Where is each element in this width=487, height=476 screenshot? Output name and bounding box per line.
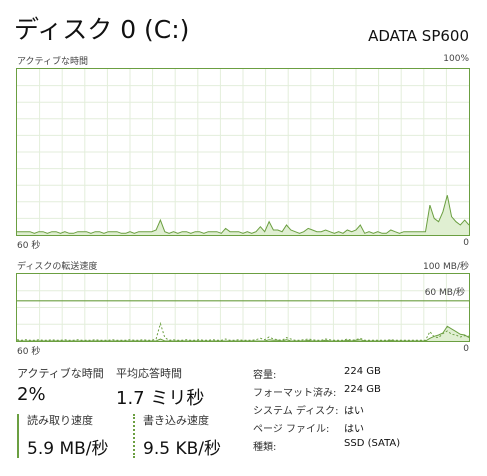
- transfer-graph-time-span: 60 秒: [17, 347, 41, 357]
- write-speed-label: 書き込み速度: [143, 414, 209, 427]
- type-label: 種類:: [253, 442, 277, 453]
- capacity-value: 224 GB: [344, 366, 381, 377]
- active-time-chart: [17, 69, 469, 235]
- read-speed-label: 読み取り速度: [27, 414, 93, 427]
- scale-reference-label: 60 MB/秒: [425, 286, 465, 298]
- system-disk-value: はい: [344, 406, 364, 417]
- transfer-graph-label: ディスクの転送速度: [17, 262, 98, 272]
- write-speed-block: 書き込み速度 9.5 KB/秒: [133, 414, 221, 459]
- page-file-label: ページ ファイル:: [253, 424, 330, 435]
- active-time-graph[interactable]: [16, 68, 470, 236]
- active-time-value: 2%: [17, 384, 46, 405]
- active-time-label: アクティブな時間: [17, 367, 104, 380]
- formatted-label: フォーマット済み:: [253, 388, 337, 399]
- type-value: SSD (SATA): [344, 438, 401, 449]
- transfer-rate-chart: 60 MB/秒: [17, 274, 469, 341]
- active-time-graph-max: 100%: [443, 54, 469, 64]
- active-time-graph-label: アクティブな時間: [17, 57, 89, 67]
- read-speed-value: 5.9 MB/秒: [27, 439, 109, 459]
- formatted-value: 224 GB: [344, 384, 381, 395]
- transfer-graph-min: 0: [463, 344, 469, 354]
- active-time-graph-time-span: 60 秒: [17, 241, 41, 251]
- disk-model: ADATA SP600: [368, 27, 469, 45]
- transfer-graph-max: 100 MB/秒: [422, 262, 469, 272]
- avg-response-label: 平均応答時間: [116, 367, 182, 380]
- transfer-rate-graph[interactable]: 60 MB/秒: [16, 273, 470, 342]
- read-speed-block: 読み取り速度 5.9 MB/秒: [17, 414, 109, 459]
- system-disk-label: システム ディスク:: [253, 406, 339, 417]
- write-speed-value: 9.5 KB/秒: [143, 439, 221, 459]
- avg-response-value: 1.7 ミリ秒: [116, 388, 205, 409]
- active-time-graph-min: 0: [463, 238, 469, 248]
- page-file-value: はい: [344, 424, 364, 435]
- capacity-label: 容量:: [253, 370, 277, 381]
- disk-title: ディスク 0 (C:): [14, 15, 190, 44]
